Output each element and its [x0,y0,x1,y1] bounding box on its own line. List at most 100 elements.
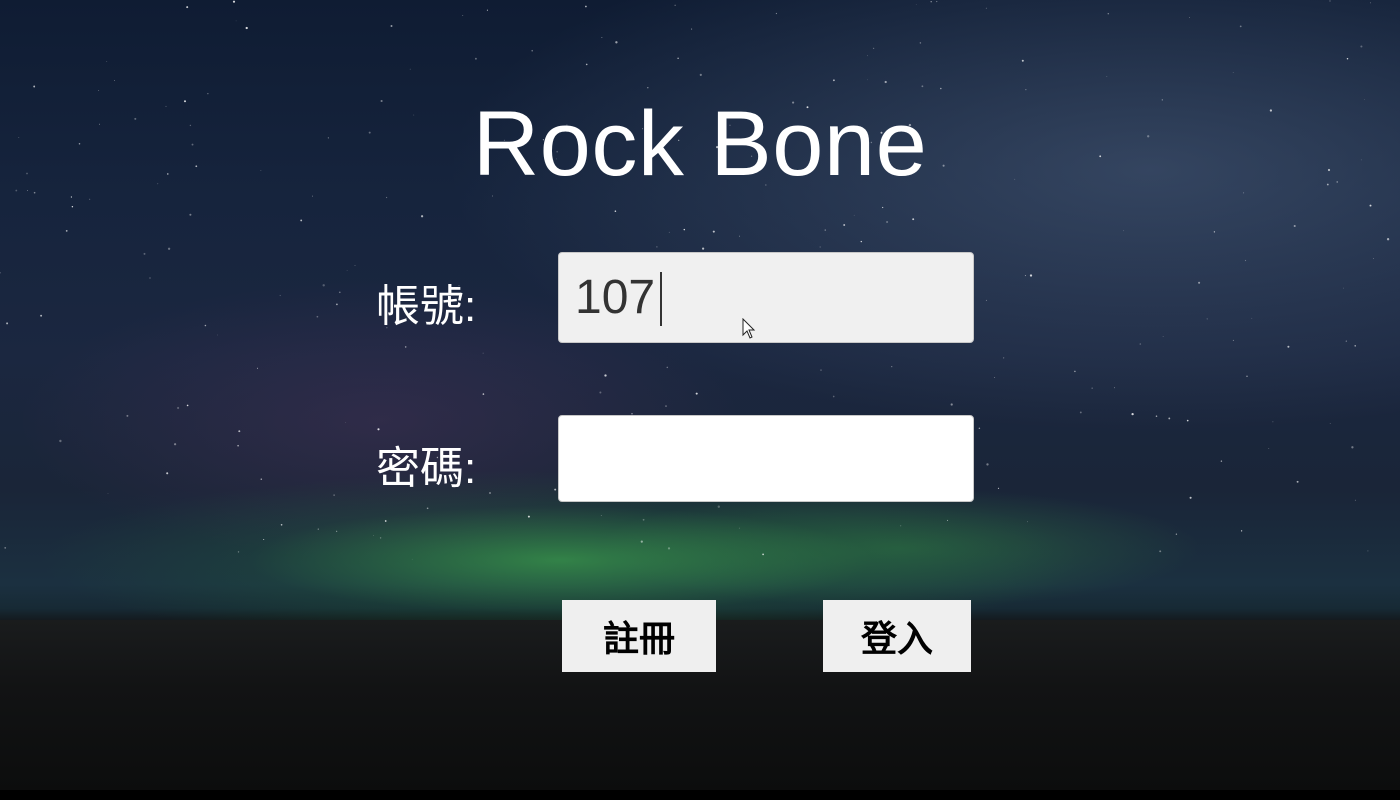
star [712,230,715,233]
star [738,235,740,237]
star [1213,231,1216,233]
star [65,229,68,232]
star [189,213,192,216]
star [599,391,602,394]
star [386,196,388,199]
star [4,547,7,549]
star [527,515,530,518]
star [317,528,319,530]
star [166,472,169,475]
star [702,247,705,250]
star [1003,357,1005,359]
star [647,86,649,89]
star [665,405,667,407]
star [668,231,670,233]
star [1373,258,1374,260]
star [531,49,533,52]
star [947,519,949,521]
star [177,406,180,410]
star [604,374,607,377]
star [1189,496,1192,499]
star [1029,274,1033,277]
star [482,352,484,354]
star [379,537,382,539]
star [238,430,241,433]
star [656,246,658,248]
star [420,215,424,218]
star [1114,387,1115,389]
star [824,229,826,231]
star [59,439,62,443]
star [373,535,374,536]
star [919,42,922,44]
star [585,63,588,66]
star [1346,57,1349,60]
star [1268,448,1270,449]
star [691,28,693,30]
login-button[interactable]: 登入 [823,600,971,672]
star [1386,238,1390,241]
star [615,41,618,44]
star [860,240,863,243]
star [345,422,347,423]
star [1155,415,1158,417]
star [1107,12,1110,15]
star [900,525,902,527]
star [677,57,679,60]
star [1369,204,1372,207]
star [0,272,1,274]
star [585,5,587,8]
star [204,324,207,327]
star [1293,224,1296,228]
star [1354,499,1356,501]
star [601,37,603,38]
star [997,487,1000,490]
star [1367,550,1369,552]
password-input[interactable] [558,415,974,502]
star [390,25,393,27]
star [263,538,265,541]
star [173,443,177,446]
star [820,369,822,371]
star [1079,411,1082,414]
star [377,428,380,431]
star [1162,336,1164,337]
app-title: Rock Bone [472,93,928,195]
star [232,0,236,3]
star [1360,45,1363,48]
star [186,404,189,407]
star [891,366,893,368]
register-button[interactable]: 註冊 [562,600,716,672]
star [33,85,36,88]
star [1206,318,1208,320]
star [106,60,108,62]
star [978,427,981,430]
star [775,12,777,15]
star [126,414,129,417]
star [113,80,115,82]
star [411,558,413,560]
star [486,9,488,11]
account-input[interactable] [558,252,974,343]
star [1240,530,1243,532]
star [245,26,248,30]
star [1025,89,1027,91]
star [237,551,240,553]
arrow-cursor-icon [742,318,756,339]
account-label: 帳號: [376,282,477,331]
star [940,87,942,90]
star [1329,423,1331,424]
star [280,523,283,526]
star [912,218,915,221]
star [819,246,821,248]
star [1026,521,1028,523]
star [866,79,868,81]
star [482,393,485,395]
star [642,518,645,521]
star [867,55,868,57]
star [1159,550,1162,553]
star [335,303,338,306]
star [1239,25,1242,28]
star [986,463,989,466]
star [717,505,720,508]
